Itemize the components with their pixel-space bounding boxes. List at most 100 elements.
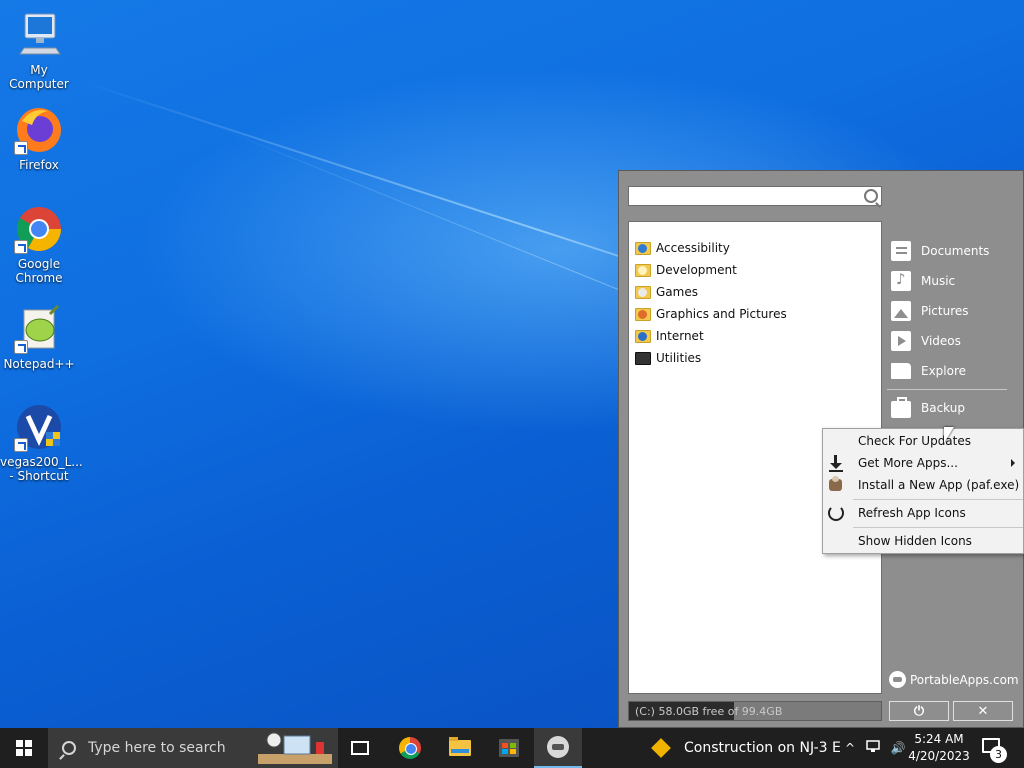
desktop-icon-firefox[interactable]: Firefox (0, 105, 78, 172)
desktop: My Computer Firefox Google Chrome Notepa… (0, 0, 1024, 728)
windows-logo-icon (16, 740, 32, 756)
notification-count-badge: 3 (990, 746, 1007, 763)
sidebar-item-music[interactable]: Music (887, 266, 1024, 296)
vegas-icon (14, 402, 64, 452)
app-search-input[interactable] (628, 186, 882, 206)
category-development[interactable]: Development (629, 259, 881, 281)
category-label: Utilities (656, 351, 702, 365)
desktop-icon-label: Google Chrome (15, 257, 63, 285)
category-label: Accessibility (656, 241, 730, 255)
category-label: Development (656, 263, 737, 277)
sidebar-item-pictures[interactable]: Pictures (887, 296, 1024, 326)
folder-icon (635, 285, 651, 299)
search-highlight-art-icon (258, 732, 332, 764)
menu-item-label: Install a New App (paf.exe) (858, 478, 1020, 492)
clock-date: 4/20/2023 (908, 749, 970, 763)
taskbar-portableapps-button[interactable] (534, 728, 582, 768)
taskbar-file-explorer-button[interactable] (436, 728, 484, 768)
menu-item-refresh-app-icons[interactable]: Refresh App Icons (823, 502, 1023, 524)
desktop-icon-notepad-plus-plus[interactable]: Notepad++ (0, 304, 78, 371)
drive-space-text: (C:) 58.0GB free of 99.4GB (635, 705, 783, 718)
portableapps-brand[interactable]: PortableApps.com (889, 671, 1019, 688)
network-icon[interactable] (862, 739, 886, 757)
sidebar-item-backup[interactable]: Backup (887, 393, 1024, 423)
file-explorer-icon (449, 737, 471, 756)
documents-icon (891, 241, 911, 261)
chrome-icon (399, 737, 421, 759)
shortcut-arrow-icon (14, 240, 28, 254)
traffic-warning-icon (651, 738, 671, 758)
category-label: Games (656, 285, 698, 299)
portableapps-logo-icon (889, 671, 906, 688)
menu-item-install-new-app[interactable]: Install a New App (paf.exe) (823, 474, 1023, 496)
sidebar-item-label: Documents (921, 244, 990, 258)
music-icon (891, 270, 911, 291)
sidebar-item-documents[interactable]: Documents (887, 236, 1024, 266)
options-context-menu: Check For Updates Get More Apps... Insta… (822, 428, 1024, 554)
sidebar-item-label: Pictures (921, 304, 969, 318)
refresh-icon (826, 503, 846, 523)
start-button[interactable] (0, 728, 48, 768)
clock-time: 5:24 AM (914, 732, 964, 746)
close-button[interactable]: ✕ (953, 701, 1013, 721)
shortcut-arrow-icon (14, 438, 28, 452)
show-hidden-icons-chevron-icon[interactable]: ^ (838, 741, 862, 755)
folder-icon (635, 263, 651, 277)
folder-icon (635, 351, 651, 365)
sidebar-item-explore[interactable]: Explore (887, 356, 1024, 386)
category-games[interactable]: Games (629, 281, 881, 303)
desktop-icon-vegas[interactable]: vegas200_L... - Shortcut (0, 402, 83, 483)
folder-icon (635, 241, 651, 255)
firefox-icon (14, 105, 64, 155)
sidebar-divider (887, 389, 1007, 390)
category-accessibility[interactable]: Accessibility (629, 237, 881, 259)
briefcase-icon (891, 396, 911, 418)
volume-icon[interactable]: 🔊 (886, 741, 910, 755)
close-icon: ✕ (977, 703, 989, 719)
package-icon (826, 475, 846, 495)
taskbar-search-placeholder: Type here to search (88, 740, 226, 756)
power-button[interactable]: ⏻ (889, 701, 949, 721)
drive-space-bar: (C:) 58.0GB free of 99.4GB (628, 701, 882, 721)
chrome-icon (14, 204, 64, 254)
menu-item-check-for-updates[interactable]: Check For Updates (823, 430, 1023, 452)
folder-icon (891, 363, 911, 379)
portableapps-icon (547, 736, 569, 758)
menu-item-get-more-apps[interactable]: Get More Apps... (823, 452, 1023, 474)
taskbar-store-button[interactable] (485, 728, 533, 768)
category-label: Graphics and Pictures (656, 307, 787, 321)
download-icon (826, 453, 846, 473)
desktop-icon-label: Notepad++ (3, 357, 75, 371)
sidebar-item-label: Videos (921, 334, 961, 348)
desktop-icon-label: Firefox (19, 158, 59, 172)
brand-label: PortableApps.com (910, 672, 1019, 687)
folder-icon (635, 307, 651, 321)
category-utilities[interactable]: Utilities (629, 347, 881, 369)
task-view-button[interactable] (336, 728, 384, 768)
news-widget[interactable]: Construction on NJ-3 E (648, 728, 841, 768)
task-view-icon (351, 741, 369, 755)
category-label: Internet (656, 329, 704, 343)
system-tray: ^ 🔊 (838, 728, 910, 768)
category-graphics-and-pictures[interactable]: Graphics and Pictures (629, 303, 881, 325)
news-text: Construction on NJ-3 E (684, 740, 841, 756)
notepad-plus-plus-icon (14, 304, 64, 354)
desktop-icon-my-computer[interactable]: My Computer (0, 10, 78, 91)
menu-item-show-hidden-icons[interactable]: Show Hidden Icons (823, 530, 1023, 552)
menu-separator (853, 527, 1023, 528)
pictures-icon (891, 301, 911, 321)
microsoft-store-icon (499, 739, 519, 757)
taskbar-chrome-button[interactable] (386, 728, 434, 768)
sidebar-item-label: Backup (921, 401, 965, 415)
sidebar-item-label: Music (921, 274, 956, 288)
blank-icon (826, 531, 846, 551)
desktop-icon-chrome[interactable]: Google Chrome (0, 204, 78, 285)
taskbar-clock[interactable]: 5:24 AM 4/20/2023 (908, 731, 970, 765)
category-internet[interactable]: Internet (629, 325, 881, 347)
taskbar-search-box[interactable]: Type here to search (48, 728, 338, 768)
menu-separator (853, 499, 1023, 500)
videos-icon (891, 331, 911, 351)
submenu-arrow-icon (1011, 459, 1015, 467)
search-icon[interactable] (864, 189, 878, 203)
sidebar-item-videos[interactable]: Videos (887, 326, 1024, 356)
